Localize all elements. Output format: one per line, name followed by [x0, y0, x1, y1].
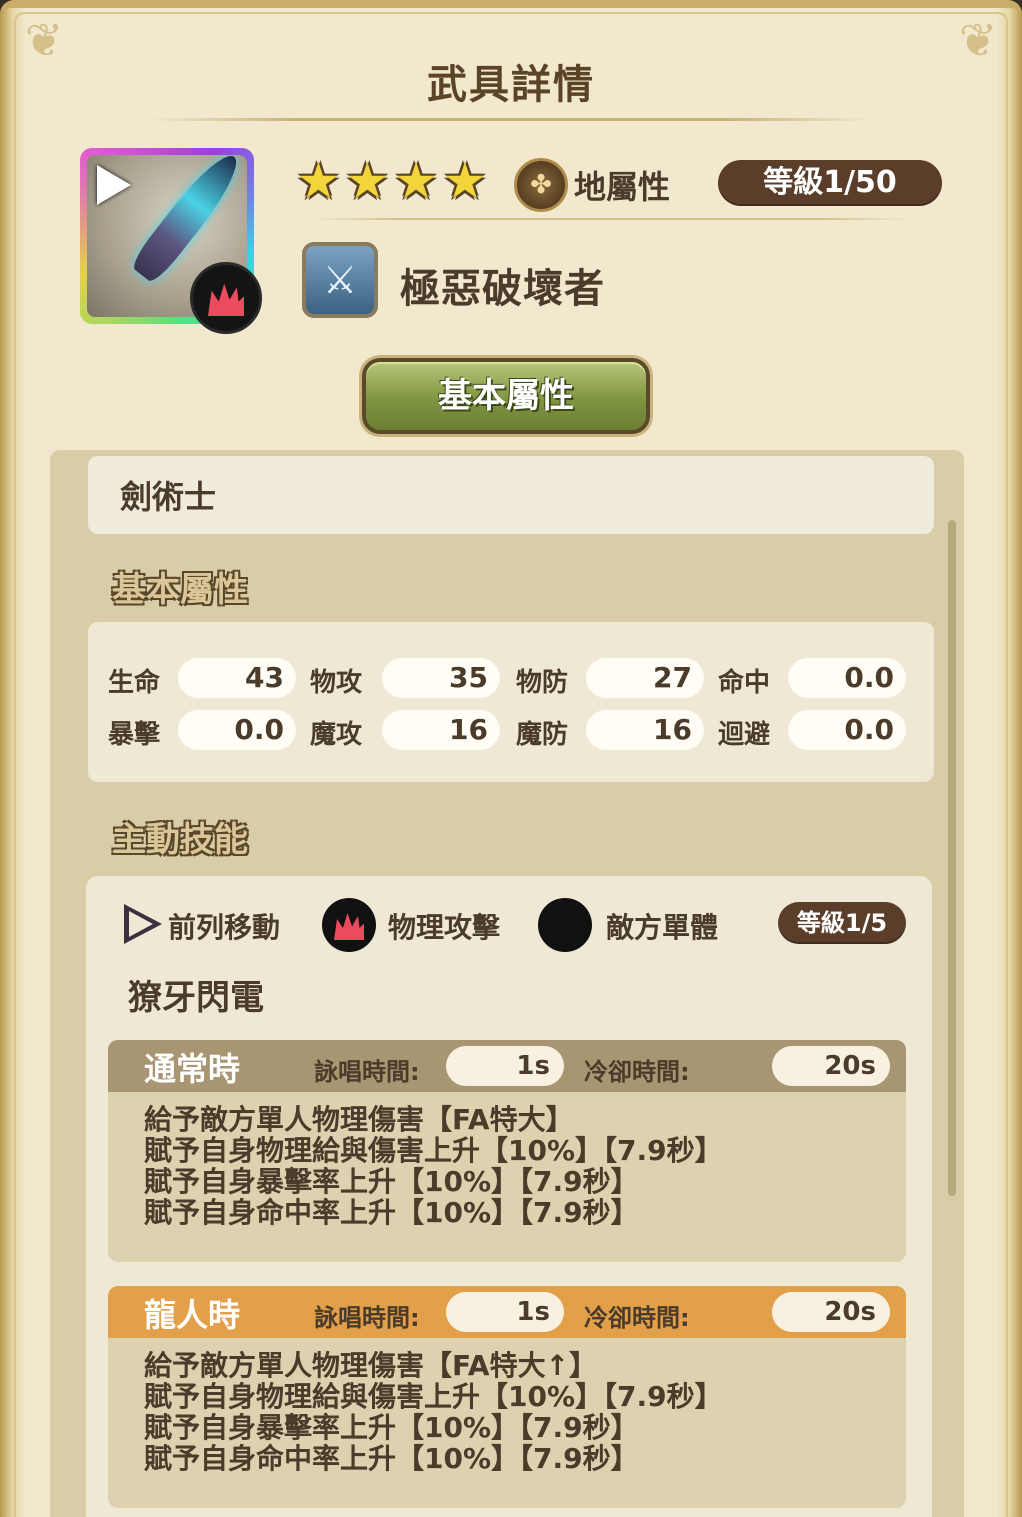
stat-value-evade: 0.0 [788, 710, 906, 750]
stat-label-hit: 命中 [718, 668, 771, 698]
skill-level-badge: 等級1/5 [778, 902, 906, 944]
effect-line: 給予敵方單人物理傷害【FA特大】 [144, 1103, 574, 1136]
cooldown-value: 20s [772, 1292, 890, 1332]
effect-line: 給予敵方單人物理傷害【FA特大↑】 [144, 1349, 598, 1382]
effect-line: 賦予自身暴擊率上升【10%】【7.9秒】 [144, 1165, 639, 1198]
class-name: 劍術士 [120, 478, 217, 516]
skill-tag-move: 前列移動 [168, 911, 281, 944]
skill-tag-attack: 物理攻擊 [388, 911, 501, 944]
mode-title: 通常時 [144, 1050, 241, 1088]
effect-line: 賦予自身命中率上升【10%】【7.9秒】 [144, 1196, 639, 1229]
star-icon: ★ [296, 152, 341, 210]
divider [150, 118, 872, 121]
section-basic-attributes: 基本屬性 [112, 570, 248, 610]
section-active-skill: 主動技能 [112, 820, 248, 860]
stat-label-evade: 迴避 [718, 720, 771, 750]
skill-mode-dragon: 龍人時 詠唱時間: 1s 冷卻時間: 20s 給予敵方單人物理傷害【FA特大↑】… [108, 1286, 906, 1508]
scrollbar[interactable] [948, 520, 956, 1196]
cooldown-label: 冷卻時間: [584, 1058, 690, 1086]
star-icon: ★ [344, 152, 390, 210]
page-title: 武具詳情 [427, 62, 595, 108]
cast-time-value: 1s [446, 1292, 564, 1332]
effect-line: 賦予自身暴擊率上升【10%】【7.9秒】 [144, 1411, 639, 1444]
star-icon: ★ [393, 152, 439, 210]
skill-effects: 給予敵方單人物理傷害【FA特大】 賦予自身物理給與傷害上升【10%】【7.9秒】… [108, 1092, 906, 1228]
play-icon [124, 904, 162, 944]
single-enemy-icon [538, 898, 592, 952]
stat-value-hp: 43 [178, 658, 296, 698]
mode-header: 通常時 詠唱時間: 1s 冷卻時間: 20s [108, 1040, 906, 1092]
stat-value-patk: 35 [382, 658, 500, 698]
stat-label-pdef: 物防 [516, 668, 569, 698]
cooldown-label: 冷卻時間: [584, 1304, 690, 1332]
level-badge: 等級1/50 [718, 160, 942, 206]
star-icon: ★ [442, 152, 488, 210]
mode-header: 龍人時 詠唱時間: 1s 冷卻時間: 20s [108, 1286, 906, 1338]
physical-attack-icon [190, 262, 262, 334]
divider [310, 218, 910, 220]
cooldown-value: 20s [772, 1046, 890, 1086]
mode-title: 龍人時 [144, 1296, 241, 1334]
stats-box [88, 622, 934, 782]
effect-line: 賦予自身物理給與傷害上升【10%】【7.9秒】 [144, 1380, 723, 1413]
stat-label-crit: 暴擊 [108, 720, 161, 750]
skill-mode-normal: 通常時 詠唱時間: 1s 冷卻時間: 20s 給予敵方單人物理傷害【FA特大】 … [108, 1040, 906, 1262]
rarity-stars: ★ ★ ★ ★ [296, 155, 487, 207]
stat-label-mdef: 魔防 [516, 720, 569, 750]
skill-name: 獠牙閃電 [128, 978, 264, 1018]
skill-effects: 給予敵方單人物理傷害【FA特大↑】 賦予自身物理給與傷害上升【10%】【7.9秒… [108, 1338, 906, 1474]
play-icon [97, 165, 131, 205]
element-label: 地屬性 [574, 168, 671, 206]
effect-line: 賦予自身命中率上升【10%】【7.9秒】 [144, 1442, 639, 1475]
sword-type-icon: ⚔ [302, 242, 378, 318]
weapon-name: 極惡破壞者 [400, 266, 605, 312]
cast-time-label: 詠唱時間: [314, 1058, 420, 1086]
earth-element-icon: ✤ [514, 158, 568, 212]
stat-label-matk: 魔攻 [310, 720, 363, 750]
tab-basic-attributes[interactable]: 基本屬性 [362, 358, 650, 434]
cast-time-label: 詠唱時間: [314, 1304, 420, 1332]
skill-tag-target: 敵方單體 [606, 911, 719, 944]
physical-attack-icon [322, 898, 376, 952]
cast-time-value: 1s [446, 1046, 564, 1086]
stat-value-pdef: 27 [586, 658, 704, 698]
effect-line: 賦予自身物理給與傷害上升【10%】【7.9秒】 [144, 1134, 723, 1167]
stat-value-mdef: 16 [586, 710, 704, 750]
stat-value-crit: 0.0 [178, 710, 296, 750]
stat-label-hp: 生命 [108, 668, 161, 698]
stat-label-patk: 物攻 [310, 668, 363, 698]
stat-value-hit: 0.0 [788, 658, 906, 698]
stat-value-matk: 16 [382, 710, 500, 750]
